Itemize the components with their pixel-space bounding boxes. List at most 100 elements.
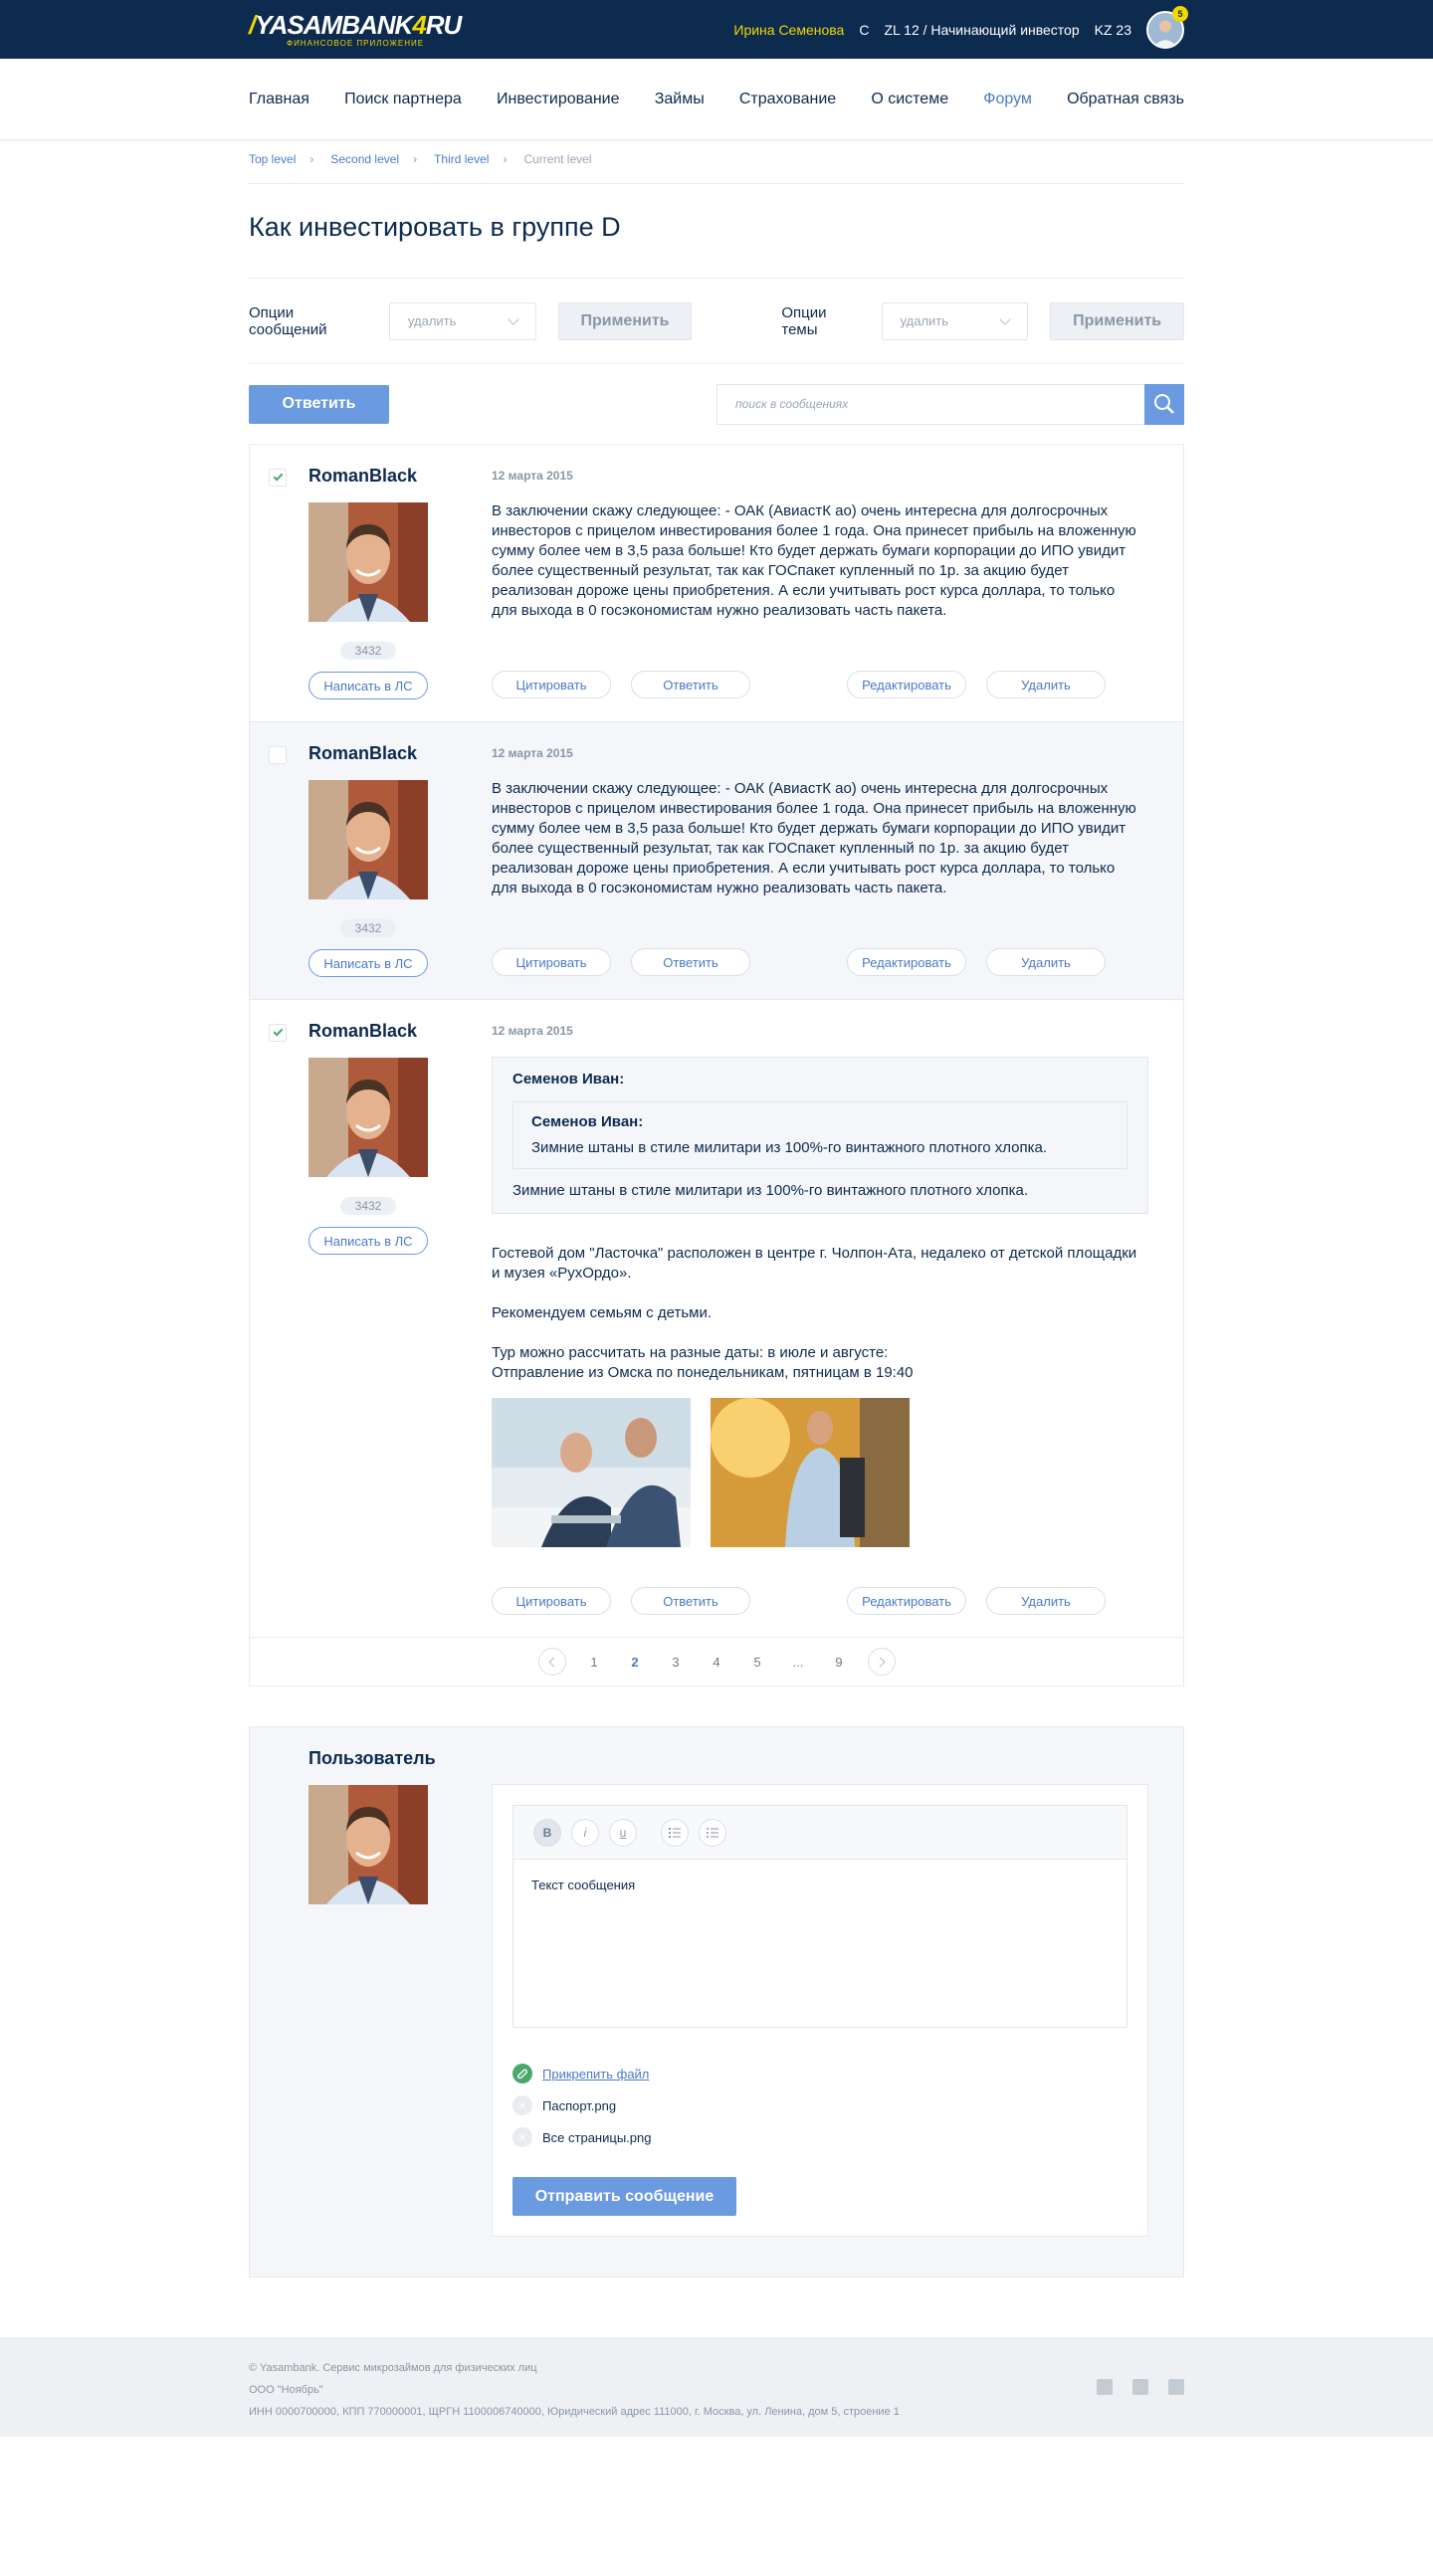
attach-file-link[interactable]: Прикрепить файл xyxy=(542,2067,649,2081)
bold-button[interactable]: B xyxy=(533,1818,561,1847)
nav-item-6[interactable]: О системе xyxy=(871,91,948,108)
remove-file-icon[interactable]: × xyxy=(512,2127,532,2147)
bullet-list-button[interactable] xyxy=(699,1818,726,1847)
next-page-button[interactable] xyxy=(867,1648,896,1676)
edit-button[interactable]: Редактировать xyxy=(847,1587,966,1615)
apply-topic-options-button[interactable]: Применить xyxy=(1050,301,1184,340)
nav-item-8[interactable]: Обратная связь xyxy=(1067,91,1184,108)
reply-form: Пользователь B i u Текст сообщения Прикр… xyxy=(249,1726,1184,2278)
post-reply-button[interactable]: Ответить xyxy=(631,1587,750,1615)
footer-company: ООО "Ноябрь" xyxy=(249,2384,323,2396)
quote-button[interactable]: Цитировать xyxy=(492,671,611,698)
edit-button[interactable]: Редактировать xyxy=(847,948,966,976)
post-paragraph: Тур можно рассчитать на разные даты: в и… xyxy=(492,1344,889,1361)
send-message-button[interactable]: Отправить сообщение xyxy=(512,2177,736,2216)
post-date: 12 марта 2015 xyxy=(492,1024,573,1038)
post-author[interactable]: RomanBlack xyxy=(308,1020,489,1048)
page-link[interactable]: 2 xyxy=(615,1655,656,1670)
post-paragraph: Рекомендуем семьям с детьми. xyxy=(492,1304,712,1321)
attach-file[interactable]: Прикрепить файл xyxy=(512,2064,1127,2083)
post-text: В заключении скажу следующее: - ОАК (Ави… xyxy=(492,502,1136,619)
private-message-button[interactable]: Написать в ЛС xyxy=(308,1227,428,1255)
forum-post: RomanBlack 3432 Написать в ЛС 12 марта 2… xyxy=(250,1000,1183,1638)
page-link[interactable]: 4 xyxy=(697,1655,737,1670)
quote-button[interactable]: Цитировать xyxy=(492,1587,611,1615)
breadcrumb-item: Current level xyxy=(523,152,592,166)
topic-options-select[interactable]: удалить xyxy=(881,301,1029,340)
page-link[interactable]: 9 xyxy=(819,1655,860,1670)
post-reply-button[interactable]: Ответить xyxy=(631,671,750,698)
nav-item-3[interactable]: Инвестирование xyxy=(497,91,620,108)
edit-button[interactable]: Редактировать xyxy=(847,671,966,698)
notification-badge[interactable]: 5 xyxy=(1172,5,1188,22)
instagram-icon[interactable] xyxy=(1168,2379,1184,2395)
post-date: 12 марта 2015 xyxy=(492,469,573,483)
page-link: ... xyxy=(792,1654,804,1670)
attached-file: × Все страницы.png xyxy=(512,2127,1127,2147)
private-message-button[interactable]: Написать в ЛС xyxy=(308,672,428,699)
post-checkbox[interactable] xyxy=(269,1024,287,1042)
underline-button[interactable]: u xyxy=(609,1818,637,1847)
twitter-icon[interactable] xyxy=(1132,2379,1148,2395)
author-rating: 3432 xyxy=(340,1197,396,1215)
nested-quote: Семенов Иван: Зимние штаны в стиле милит… xyxy=(512,1101,1127,1169)
attached-file: × Паспорт.png xyxy=(512,2095,1127,2115)
ordered-list-button[interactable] xyxy=(661,1818,689,1847)
footer: © Yasambank. Сервис микрозаймов для физи… xyxy=(0,2337,1433,2437)
italic-button[interactable]: i xyxy=(571,1818,599,1847)
page-title: Как инвестировать в группе D xyxy=(249,184,1184,279)
private-message-button[interactable]: Написать в ЛС xyxy=(308,949,428,977)
author-rating: 3432 xyxy=(340,642,396,660)
post-image-man[interactable] xyxy=(711,1398,910,1547)
remove-file-icon[interactable]: × xyxy=(512,2095,532,2115)
quote-block: Семенов Иван: Семенов Иван: Зимние штаны… xyxy=(492,1057,1148,1214)
search-icon xyxy=(1154,394,1174,414)
facebook-icon[interactable] xyxy=(1097,2379,1113,2395)
forum-post: RomanBlack 3432 Написать в ЛС 12 марта 2… xyxy=(250,445,1183,722)
page-link[interactable]: 1 xyxy=(574,1655,615,1670)
apply-message-options-button[interactable]: Применить xyxy=(557,301,693,340)
author-photo xyxy=(308,1058,428,1177)
post-author[interactable]: RomanBlack xyxy=(308,742,489,770)
quote-button[interactable]: Цитировать xyxy=(492,948,611,976)
prev-page-button[interactable] xyxy=(537,1648,566,1676)
post-image-business[interactable] xyxy=(492,1398,691,1547)
chevron-down-icon xyxy=(999,312,1011,325)
breadcrumb-item[interactable]: Top level xyxy=(249,152,296,183)
post-checkbox[interactable] xyxy=(269,469,287,487)
footer-copyright: © Yasambank. Сервис микрозаймов для физи… xyxy=(249,2362,537,2374)
nav-item-2[interactable]: Поиск партнера xyxy=(344,91,462,108)
ordered-list-icon xyxy=(669,1827,681,1838)
delete-button[interactable]: Удалить xyxy=(986,1587,1106,1615)
delete-button[interactable]: Удалить xyxy=(986,671,1106,698)
search-button[interactable] xyxy=(1144,383,1184,425)
search-input[interactable]: поиск в сообщениях xyxy=(716,383,1144,425)
message-options-select[interactable]: удалить xyxy=(388,301,536,340)
bullet-list-icon xyxy=(707,1827,718,1838)
page-link[interactable]: 3 xyxy=(656,1655,697,1670)
chevron-right-icon xyxy=(875,1657,885,1667)
post-checkbox[interactable] xyxy=(269,746,287,764)
nav-item-5[interactable]: Страхование xyxy=(739,91,836,108)
nav-item-4[interactable]: Займы xyxy=(655,91,705,108)
forum-post: RomanBlack 3432 Написать в ЛС 12 марта 2… xyxy=(250,722,1183,1000)
breadcrumb-item[interactable]: Third level xyxy=(434,152,489,183)
page-link[interactable]: 5 xyxy=(737,1655,778,1670)
user-name[interactable]: Ирина Семенова xyxy=(733,22,844,38)
topic-options-label: Опции темы xyxy=(781,303,827,338)
footer-legal: ИНН 0000700000, КПП 770000001, ЩРГН 1100… xyxy=(249,2406,900,2418)
top-bar: /YASAMBANK4RU ФИНАНСОВОЕ ПРИЛОЖЕНИЕ Ирин… xyxy=(0,0,1433,59)
message-textarea[interactable]: Текст сообщения xyxy=(513,1860,1126,2027)
quote-text: Зимние штаны в стиле милитари из 100%-го… xyxy=(512,1182,1029,1199)
status-c: C xyxy=(859,21,870,38)
breadcrumb-item[interactable]: Second level xyxy=(330,152,399,183)
reply-button[interactable]: Ответить xyxy=(249,384,389,424)
delete-button[interactable]: Удалить xyxy=(986,948,1106,976)
nav-item-7[interactable]: Форум xyxy=(983,91,1032,108)
nav-item-1[interactable]: Главная xyxy=(249,91,309,108)
post-paragraph: Отправление из Омска по понедельникам, п… xyxy=(492,1364,914,1381)
post-author[interactable]: RomanBlack xyxy=(308,465,489,493)
post-reply-button[interactable]: Ответить xyxy=(631,948,750,976)
posts-list: RomanBlack 3432 Написать в ЛС 12 марта 2… xyxy=(249,444,1184,1686)
logo[interactable]: /YASAMBANK4RU ФИНАНСОВОЕ ПРИЛОЖЕНИЕ xyxy=(249,0,462,59)
